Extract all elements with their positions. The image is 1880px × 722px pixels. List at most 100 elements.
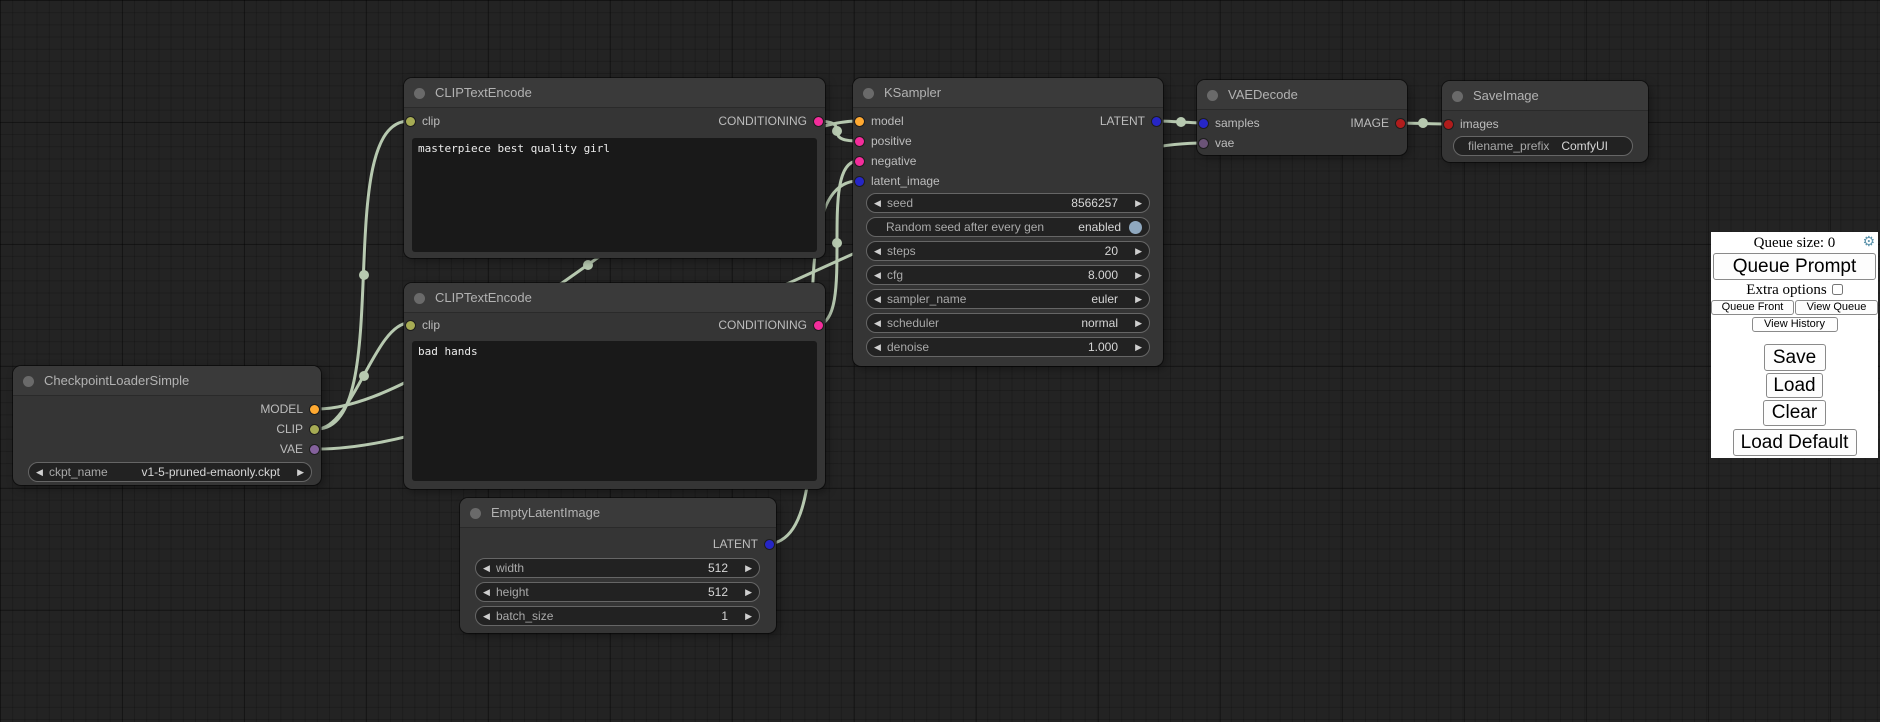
right-arrow-icon[interactable]: ▶ <box>1129 314 1142 332</box>
right-arrow-icon[interactable]: ▶ <box>291 463 304 481</box>
node-title-bar[interactable]: KSampler <box>853 78 1163 108</box>
images-input-port[interactable]: images <box>1444 117 1499 131</box>
collapse-dot-icon[interactable] <box>470 508 481 519</box>
negative-prompt-textarea[interactable]: bad hands <box>412 341 817 481</box>
collapse-dot-icon[interactable] <box>863 88 874 99</box>
vae-port-icon[interactable] <box>1199 139 1208 148</box>
model-input-port[interactable]: model <box>855 114 904 128</box>
seed-widget[interactable]: ◀ seed 8566257 ▶ <box>866 193 1150 213</box>
node-title-bar[interactable]: SaveImage <box>1442 81 1648 111</box>
right-arrow-icon[interactable]: ▶ <box>1129 266 1142 284</box>
node-title-bar[interactable]: EmptyLatentImage <box>460 498 776 528</box>
model-port-icon[interactable] <box>855 117 864 126</box>
collapse-dot-icon[interactable] <box>414 293 425 304</box>
toggle-dot-icon[interactable] <box>1129 221 1142 234</box>
random-seed-toggle-widget[interactable]: Random seed after every gen enabled <box>866 217 1150 237</box>
left-arrow-icon[interactable]: ◀ <box>874 242 887 260</box>
model-port-icon[interactable] <box>310 405 319 414</box>
vae-output-port[interactable]: VAE <box>280 442 319 456</box>
clip-input-port[interactable]: clip <box>406 114 440 128</box>
latent-port-icon[interactable] <box>1152 117 1161 126</box>
collapse-dot-icon[interactable] <box>1452 91 1463 102</box>
left-arrow-icon[interactable]: ◀ <box>874 194 887 212</box>
left-arrow-icon[interactable]: ◀ <box>874 266 887 284</box>
right-arrow-icon[interactable]: ▶ <box>739 607 752 625</box>
denoise-widget[interactable]: ◀ denoise 1.000 ▶ <box>866 337 1150 357</box>
collapse-dot-icon[interactable] <box>23 376 34 387</box>
latent-port-icon[interactable] <box>855 177 864 186</box>
node-title-bar[interactable]: CLIPTextEncode <box>404 78 825 108</box>
conditioning-output-port[interactable]: CONDITIONING <box>718 114 823 128</box>
widget-value: 512 <box>529 585 739 599</box>
gear-icon[interactable]: ⚙ <box>1862 234 1875 250</box>
clip-port-icon[interactable] <box>406 321 415 330</box>
extra-options-label: Extra options <box>1746 282 1826 298</box>
queue-front-button[interactable]: Queue Front <box>1711 300 1794 315</box>
queue-prompt-button[interactable]: Queue Prompt <box>1713 253 1876 280</box>
right-arrow-icon[interactable]: ▶ <box>739 583 752 601</box>
batch-size-widget[interactable]: ◀ batch_size 1 ▶ <box>475 606 760 626</box>
conditioning-output-port[interactable]: CONDITIONING <box>718 318 823 332</box>
conditioning-port-icon[interactable] <box>855 137 864 146</box>
scheduler-widget[interactable]: ◀ scheduler normal ▶ <box>866 313 1150 333</box>
left-arrow-icon[interactable]: ◀ <box>483 607 496 625</box>
height-widget[interactable]: ◀ height 512 ▶ <box>475 582 760 602</box>
samples-input-port[interactable]: samples <box>1199 116 1260 130</box>
node-title: CheckpointLoaderSimple <box>44 373 189 388</box>
collapse-dot-icon[interactable] <box>1207 90 1218 101</box>
left-arrow-icon[interactable]: ◀ <box>874 290 887 308</box>
left-arrow-icon[interactable]: ◀ <box>483 559 496 577</box>
width-widget[interactable]: ◀ width 512 ▶ <box>475 558 760 578</box>
extra-options-checkbox[interactable] <box>1832 284 1843 295</box>
image-port-icon[interactable] <box>1396 119 1405 128</box>
load-button[interactable]: Load <box>1766 373 1823 398</box>
positive-prompt-textarea[interactable]: masterpiece best quality girl <box>412 138 817 252</box>
image-output-port[interactable]: IMAGE <box>1350 116 1405 130</box>
port-label: LATENT <box>1100 114 1145 128</box>
view-history-button[interactable]: View History <box>1752 317 1838 332</box>
image-port-icon[interactable] <box>1444 120 1453 129</box>
conditioning-port-icon[interactable] <box>814 321 823 330</box>
conditioning-port-icon[interactable] <box>855 157 864 166</box>
right-arrow-icon[interactable]: ▶ <box>1129 194 1142 212</box>
vae-port-icon[interactable] <box>310 445 319 454</box>
clear-button[interactable]: Clear <box>1763 400 1826 426</box>
view-queue-button[interactable]: View Queue <box>1795 300 1878 315</box>
ckpt-name-widget[interactable]: ◀ ckpt_name v1-5-pruned-emaonly.ckpt ▶ <box>28 462 312 482</box>
clip-port-icon[interactable] <box>406 117 415 126</box>
latent-output-port[interactable]: LATENT <box>1100 114 1161 128</box>
latent-port-icon[interactable] <box>1199 119 1208 128</box>
latent-output-port[interactable]: LATENT <box>713 537 774 551</box>
left-arrow-icon[interactable]: ◀ <box>483 583 496 601</box>
collapse-dot-icon[interactable] <box>414 88 425 99</box>
latent-port-icon[interactable] <box>765 540 774 549</box>
left-arrow-icon[interactable]: ◀ <box>874 338 887 356</box>
right-arrow-icon[interactable]: ▶ <box>1129 242 1142 260</box>
model-output-port[interactable]: MODEL <box>260 402 319 416</box>
positive-input-port[interactable]: positive <box>855 134 912 148</box>
vae-input-port[interactable]: vae <box>1199 136 1234 150</box>
sampler-name-widget[interactable]: ◀ sampler_name euler ▶ <box>866 289 1150 309</box>
negative-input-port[interactable]: negative <box>855 154 916 168</box>
right-arrow-icon[interactable]: ▶ <box>1129 338 1142 356</box>
clip-output-port[interactable]: CLIP <box>276 422 319 436</box>
cfg-widget[interactable]: ◀ cfg 8.000 ▶ <box>866 265 1150 285</box>
clip-input-port[interactable]: clip <box>406 318 440 332</box>
node-title-bar[interactable]: VAEDecode <box>1197 80 1407 110</box>
load-default-button[interactable]: Load Default <box>1733 429 1857 456</box>
conditioning-port-icon[interactable] <box>814 117 823 126</box>
widget-label: cfg <box>887 268 903 282</box>
node-title-bar[interactable]: CheckpointLoaderSimple <box>13 366 321 396</box>
latent-image-input-port[interactable]: latent_image <box>855 174 940 188</box>
left-arrow-icon[interactable]: ◀ <box>874 314 887 332</box>
steps-widget[interactable]: ◀ steps 20 ▶ <box>866 241 1150 261</box>
node-checkpoint-loader: CheckpointLoaderSimple MODEL CLIP VAE ◀ … <box>13 366 321 485</box>
filename-prefix-widget[interactable]: filename_prefix ComfyUI <box>1453 136 1633 156</box>
left-arrow-icon[interactable]: ◀ <box>36 463 49 481</box>
clip-port-icon[interactable] <box>310 425 319 434</box>
right-arrow-icon[interactable]: ▶ <box>739 559 752 577</box>
right-arrow-icon[interactable]: ▶ <box>1129 290 1142 308</box>
node-title-bar[interactable]: CLIPTextEncode <box>404 283 825 313</box>
save-button[interactable]: Save <box>1764 344 1826 371</box>
queue-panel: Queue size: 0 ⚙ Queue Prompt Extra optio… <box>1711 232 1878 458</box>
